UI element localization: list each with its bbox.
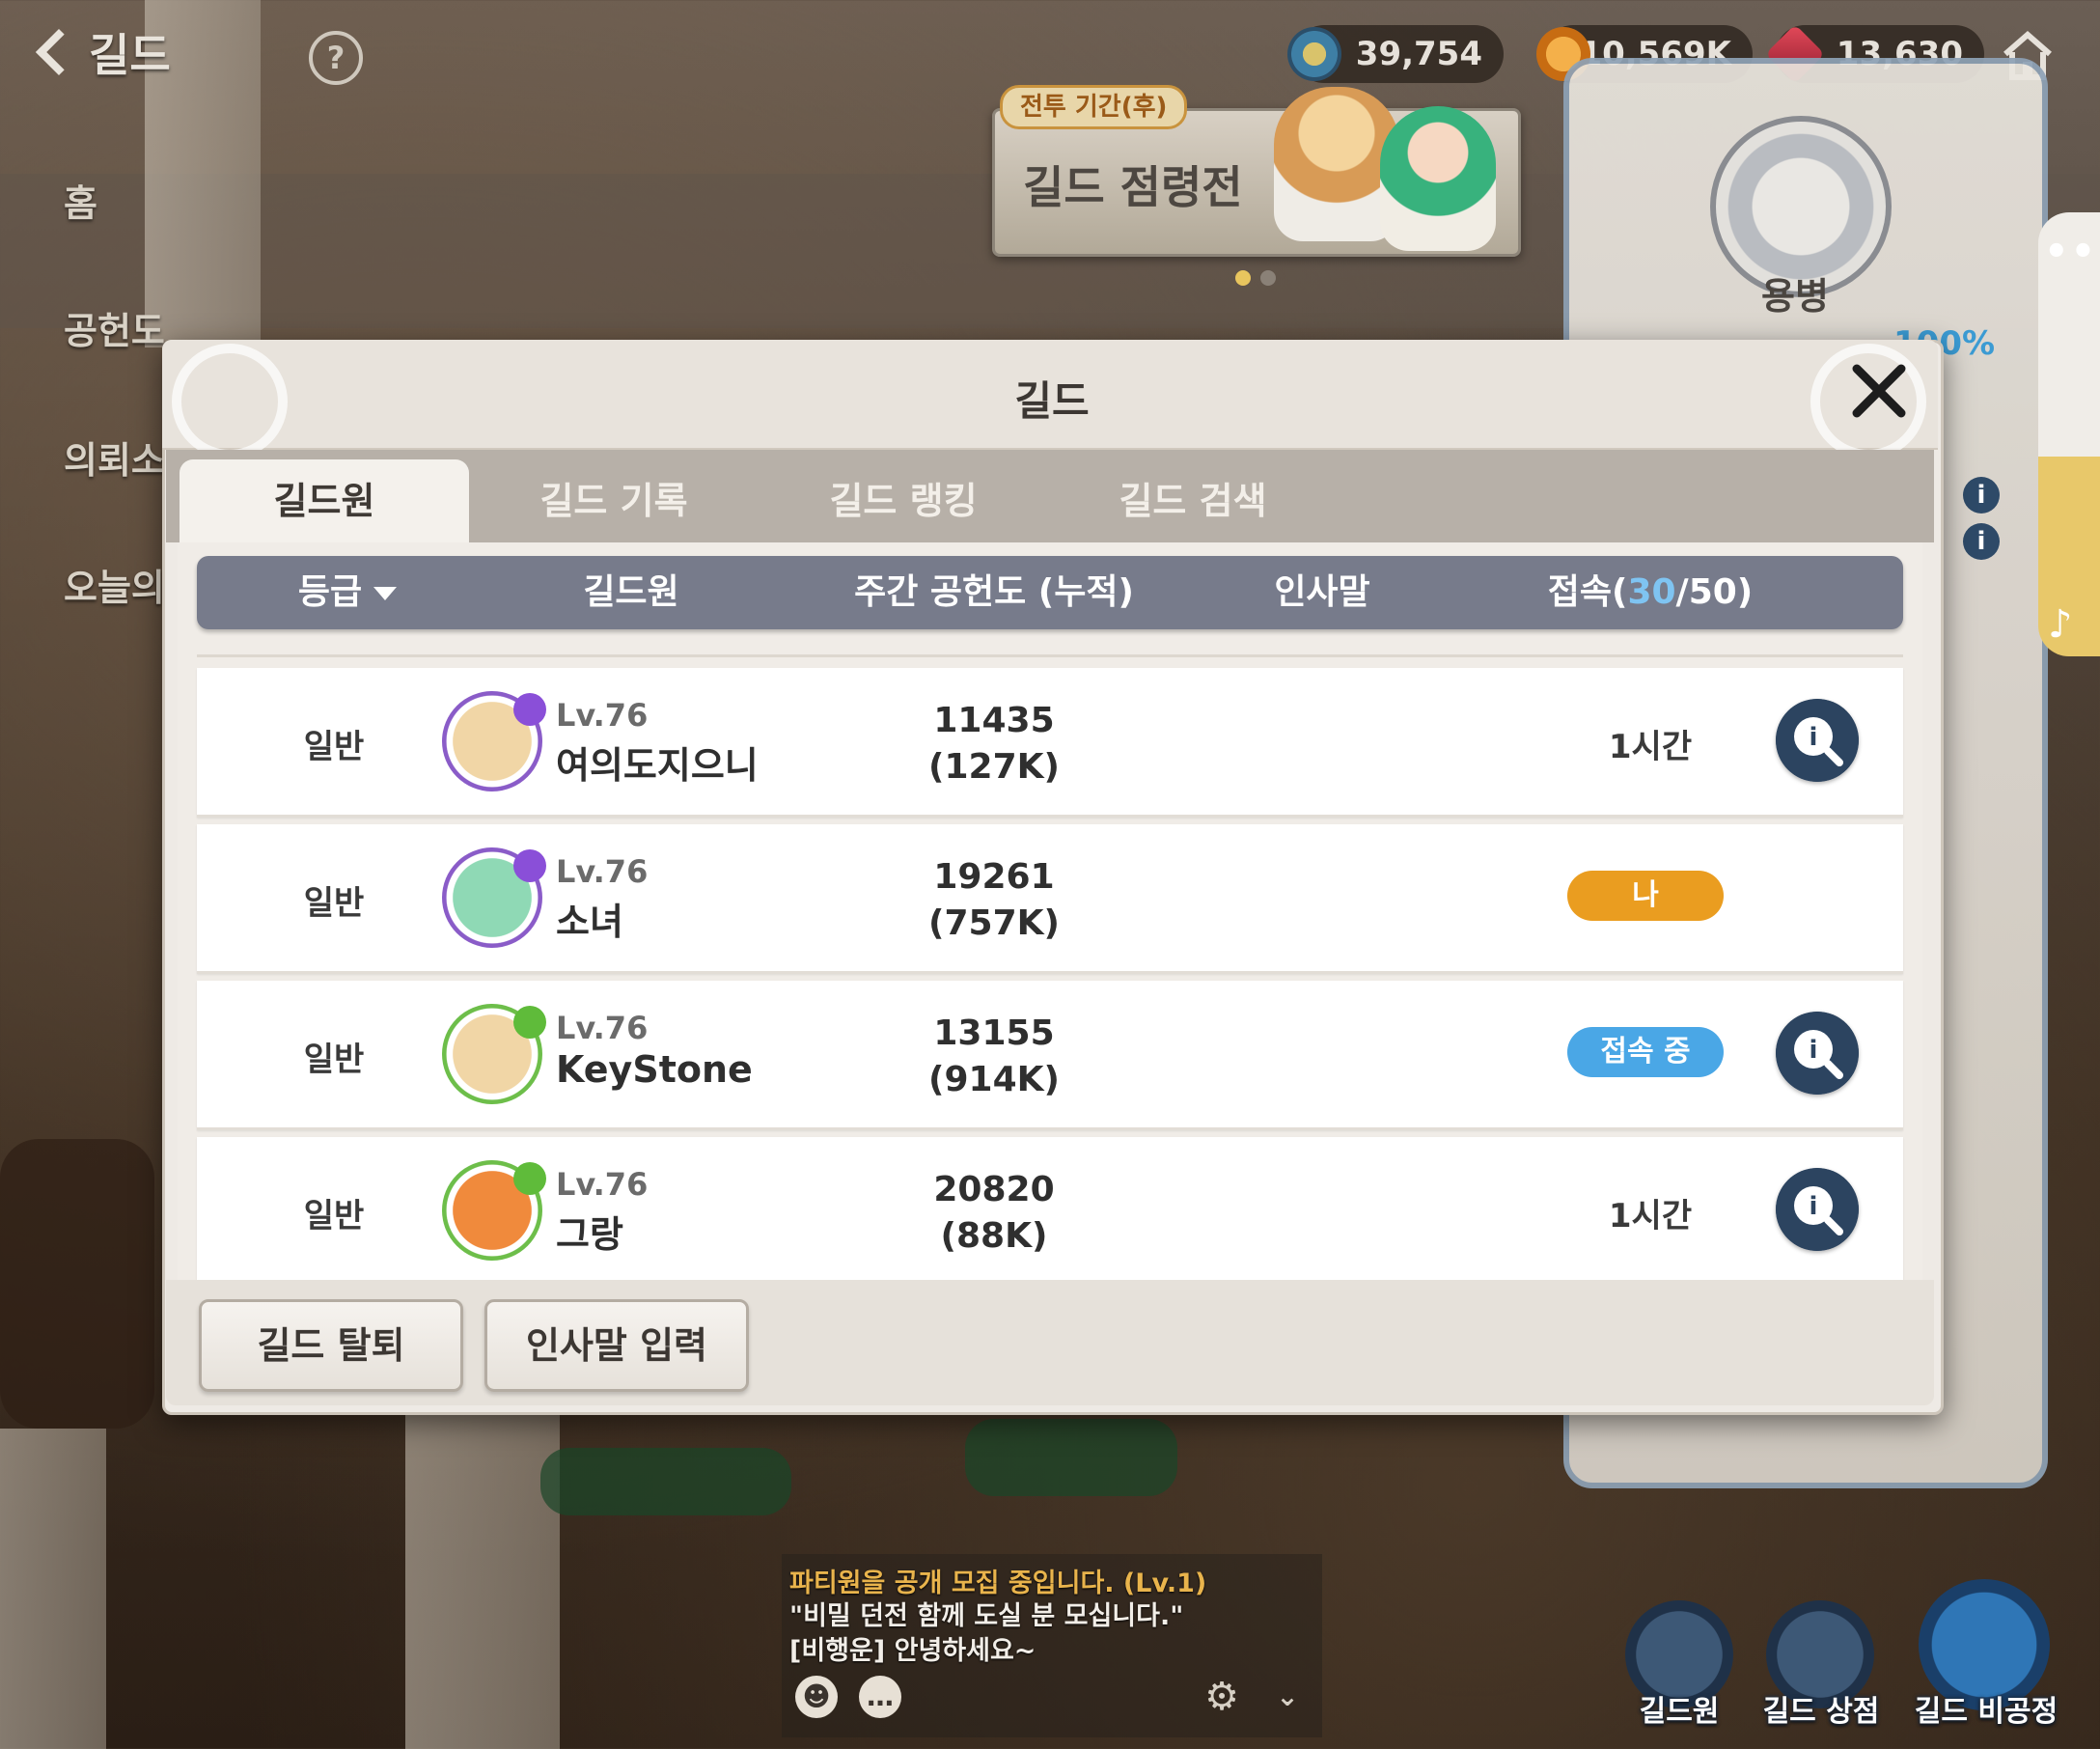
guild-members-label: 길드원: [1639, 1695, 1720, 1729]
svg-text:i: i: [1810, 723, 1818, 752]
tab-guild-members[interactable]: 길드원: [180, 459, 469, 542]
gear-icon[interactable]: ⚙: [1201, 1676, 1243, 1718]
member-detail-magnifier-icon[interactable]: i: [1776, 1012, 1859, 1095]
left-menu-requests[interactable]: 의뢰소: [64, 430, 165, 484]
member-total-contribution: (88K): [940, 1216, 1048, 1256]
info-icon[interactable]: i: [1963, 523, 2000, 560]
emoji-icon[interactable]: ☻: [795, 1676, 838, 1718]
member-weekly-contribution: 19261: [933, 857, 1055, 897]
back-button[interactable]: 길드: [29, 21, 174, 83]
svg-text:i: i: [1810, 1192, 1818, 1221]
member-last-login: 1시간: [1608, 1197, 1693, 1235]
left-menu-today[interactable]: 오늘의: [64, 558, 165, 611]
enter-greeting-button[interactable]: 인사말 입력: [484, 1299, 749, 1392]
banner-page-indicator: [1235, 270, 1276, 286]
me-badge: 나: [1567, 871, 1724, 921]
member-name: 그랑: [556, 1213, 623, 1256]
background-table: [0, 1139, 154, 1429]
member-grade: 일반: [303, 884, 365, 923]
tab-guild-search[interactable]: 길드 검색: [1048, 459, 1338, 542]
list-divider: [197, 654, 1903, 657]
leave-guild-button[interactable]: 길드 탈퇴: [199, 1299, 463, 1392]
column-grade-sort[interactable]: 등급: [251, 569, 444, 616]
chat-bubble-icon[interactable]: …: [859, 1676, 901, 1718]
orb-icon: [1287, 27, 1341, 81]
member-detail-magnifier-icon[interactable]: i: [1776, 1168, 1859, 1251]
member-total-contribution: (914K): [928, 1060, 1060, 1099]
more-icon[interactable]: •••: [2044, 230, 2100, 274]
member-class-badge-icon: [513, 1006, 546, 1039]
page-dot: [1260, 270, 1276, 286]
left-menu-home[interactable]: 홈: [64, 174, 97, 227]
event-character-art: [1380, 106, 1496, 251]
online-badge: 접속 중: [1567, 1027, 1724, 1077]
background-pillar: [405, 1409, 560, 1749]
member-total-contribution: (757K): [928, 903, 1060, 943]
guild-name: 용병: [1761, 275, 1829, 318]
member-class-badge-icon: [513, 849, 546, 882]
guild-shop-label: 길드 상점: [1762, 1695, 1880, 1729]
background-pillar: [0, 1429, 106, 1749]
member-level: Lv.76: [556, 1010, 649, 1046]
help-icon[interactable]: ?: [309, 31, 363, 85]
column-grade-label: 등급: [297, 572, 363, 612]
resource-orb[interactable]: 39,754: [1287, 25, 1504, 83]
chat-line-message: [비행운] 안녕하세요~: [789, 1636, 1036, 1666]
info-icon[interactable]: i: [1963, 477, 2000, 514]
tab-guild-log[interactable]: 길드 기록: [469, 459, 759, 542]
background-chair: [965, 1419, 1177, 1496]
side-quick-tab[interactable]: [2038, 212, 2100, 656]
event-period-tag: 전투 기간(후): [1000, 85, 1188, 129]
member-class-badge-icon: [513, 693, 546, 726]
access-total: /50): [1675, 572, 1754, 612]
sort-down-icon: [373, 587, 398, 600]
music-note-icon[interactable]: ♪: [2048, 602, 2073, 647]
access-label: 접속(: [1547, 572, 1628, 612]
column-member: 길드원: [583, 572, 679, 612]
member-weekly-contribution: 20820: [933, 1170, 1055, 1209]
member-level: Lv.76: [556, 1166, 649, 1203]
modal-title: 길드: [1014, 377, 1090, 425]
member-grade: 일반: [303, 1041, 365, 1079]
decorative-knot-icon: [172, 344, 288, 459]
member-weekly-contribution: 11435: [933, 701, 1055, 740]
back-arrow-icon: [35, 28, 83, 76]
chat-line-message: "비밀 던전 함께 도실 분 모십니다.": [789, 1601, 1184, 1631]
close-icon[interactable]: [1847, 359, 1911, 423]
guild-airship-label: 길드 비공정: [1914, 1695, 2059, 1729]
column-greeting: 인사말: [1274, 572, 1370, 612]
online-count: 30: [1627, 572, 1676, 612]
member-last-login: 1시간: [1608, 728, 1693, 766]
column-weekly-contribution: 주간 공헌도 (누적): [854, 572, 1134, 612]
member-total-contribution: (127K): [928, 747, 1060, 787]
background-chair: [540, 1448, 791, 1515]
event-title: 길드 점령전: [1023, 161, 1243, 213]
member-class-badge-icon: [513, 1162, 546, 1195]
orb-amount: 39,754: [1355, 35, 1482, 73]
member-grade: 일반: [303, 1197, 365, 1235]
tab-guild-ranking[interactable]: 길드 랭킹: [759, 459, 1048, 542]
member-name: 여의도지으니: [556, 744, 759, 787]
screen-title: 길드: [89, 29, 171, 81]
member-level: Lv.76: [556, 853, 649, 890]
column-access: 접속(30/50): [1506, 569, 1795, 616]
left-menu-contribution[interactable]: 공헌도: [64, 301, 165, 354]
member-grade: 일반: [303, 728, 365, 766]
member-level: Lv.76: [556, 697, 649, 734]
member-weekly-contribution: 13155: [933, 1013, 1055, 1053]
svg-text:i: i: [1810, 1036, 1818, 1065]
member-detail-magnifier-icon[interactable]: i: [1776, 699, 1859, 782]
member-name: 소녀: [556, 901, 623, 943]
chevron-down-icon[interactable]: ⌄: [1266, 1676, 1309, 1718]
member-name: KeyStone: [556, 1048, 753, 1091]
page-dot: [1235, 270, 1251, 286]
